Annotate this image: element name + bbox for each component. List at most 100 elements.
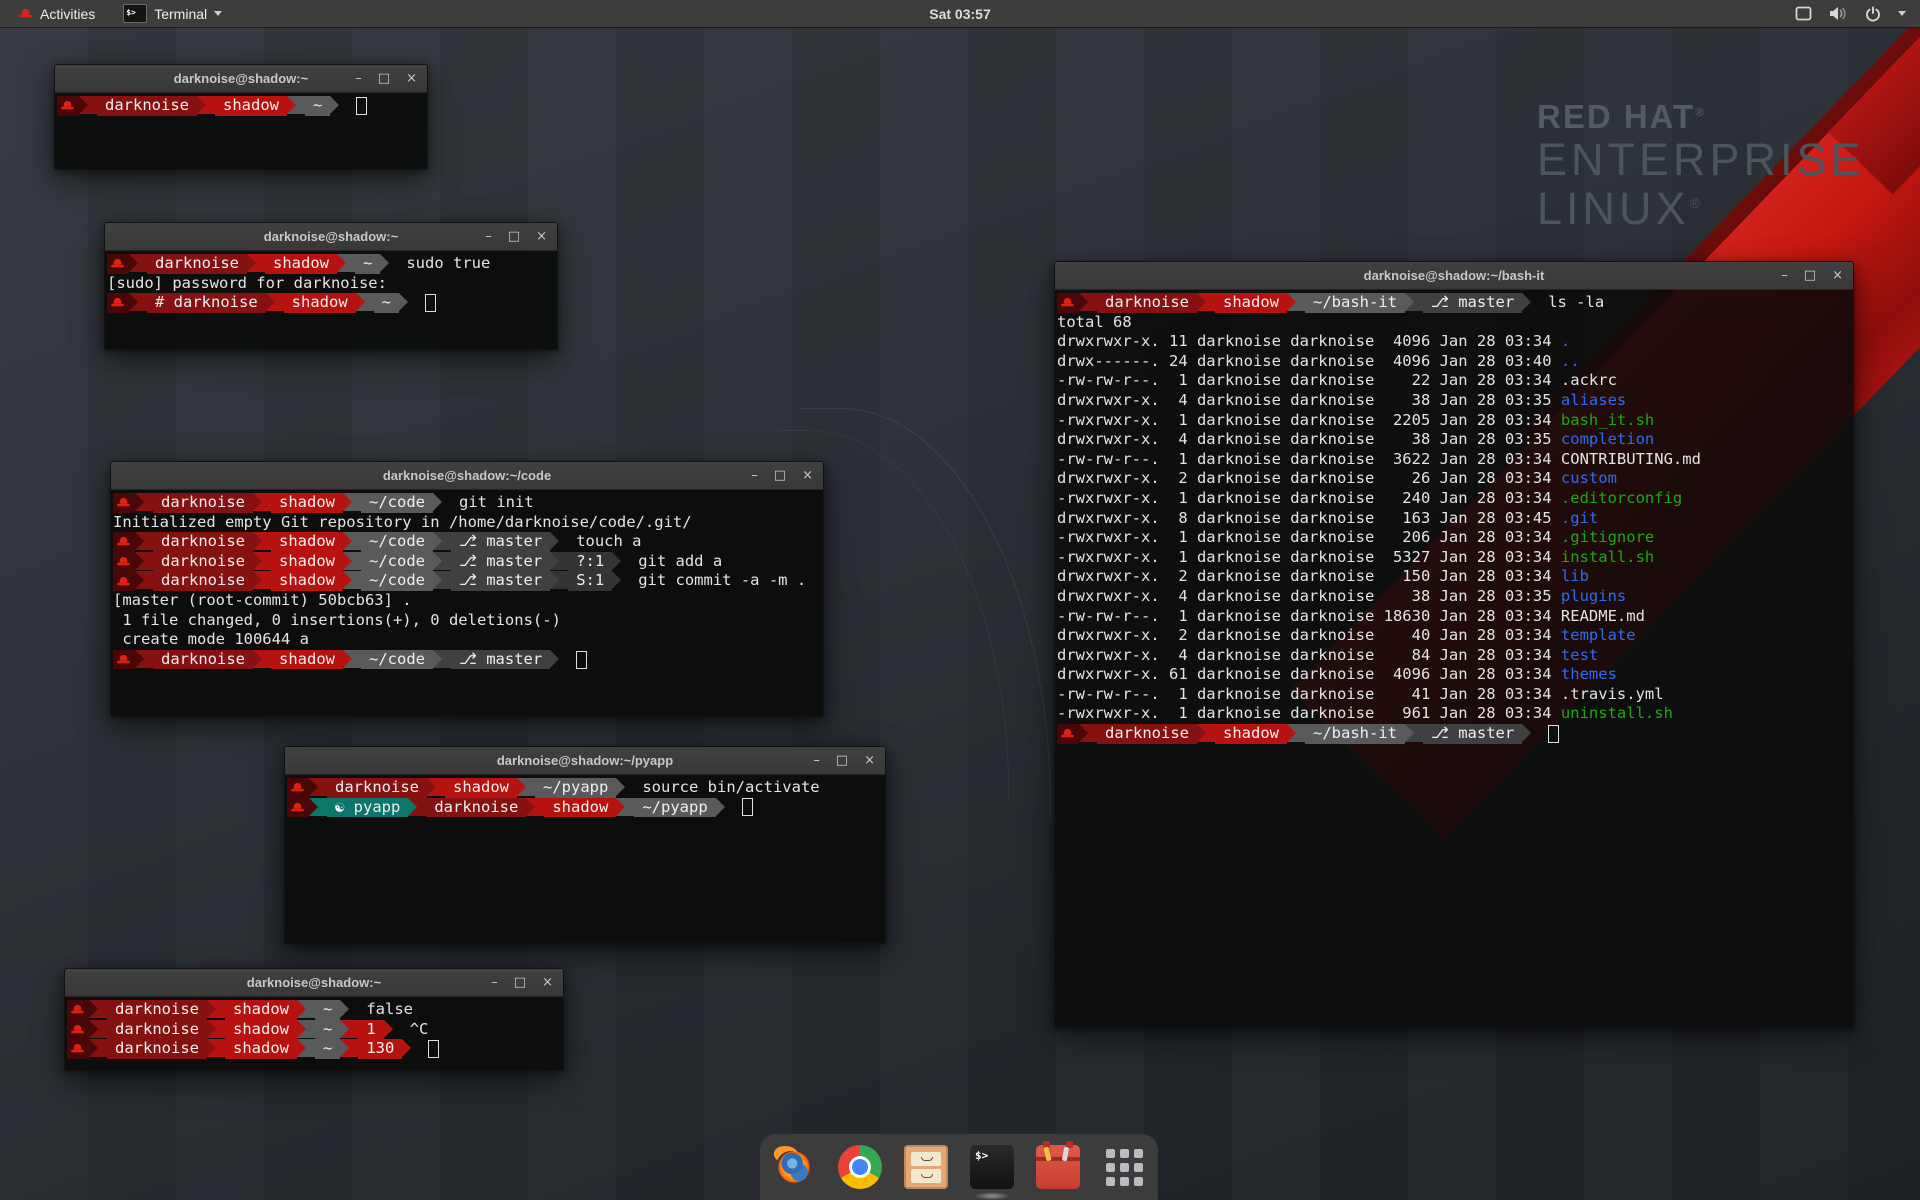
- prompt-segment-venv: ☯ pyapp: [327, 798, 408, 818]
- titlebar[interactable]: darknoise@shadow:~/bash-it–□ ×: [1055, 262, 1853, 290]
- terminal-window-4[interactable]: darknoise@shadow:~–□×darknoiseshadow~fal…: [64, 968, 564, 1071]
- prompt-segment-hat: [287, 778, 309, 798]
- terminal-line: darknoiseshadow~/bash-it⎇ masterls -la: [1057, 293, 1851, 313]
- powerline-arrow-icon: [612, 571, 630, 589]
- prompt-segment-git: ⎇ master: [451, 532, 550, 552]
- prompt-segment-host: shadow: [271, 552, 343, 572]
- app-grid-icon[interactable]: [1102, 1145, 1146, 1189]
- terminal-line: -rwxrwxr-x. 1 darknoise darknoise 206 Ja…: [1057, 528, 1851, 548]
- toolbox-icon[interactable]: [1036, 1145, 1080, 1189]
- titlebar[interactable]: darknoise@shadow:~–□×: [105, 223, 557, 251]
- titlebar[interactable]: darknoise@shadow:~/code–□×: [111, 462, 823, 490]
- close-button[interactable]: ×: [542, 969, 553, 996]
- redhat-icon: [71, 1005, 84, 1014]
- titlebar[interactable]: darknoise@shadow:~/pyapp–□×: [285, 747, 885, 775]
- file-name: completion: [1561, 430, 1654, 450]
- terminal-body[interactable]: darknoiseshadow~/codegit initInitialized…: [111, 490, 823, 716]
- redhat-icon: [1061, 298, 1074, 307]
- prompt-segment-hat: [113, 552, 135, 572]
- maximize-button[interactable]: □: [774, 462, 786, 489]
- minimize-button[interactable]: –: [491, 969, 498, 996]
- powerline-arrow-icon: [207, 1020, 225, 1038]
- powerline-arrow-icon: [340, 1020, 358, 1038]
- terminal-icon[interactable]: $>: [970, 1145, 1014, 1189]
- close-button[interactable]: ×: [802, 462, 813, 489]
- terminal-window-0[interactable]: darknoise@shadow:~–□×darknoiseshadow~: [54, 64, 428, 170]
- redhat-icon: [117, 655, 130, 664]
- terminal-line: create mode 100644 a: [113, 630, 821, 650]
- app-menu-terminal[interactable]: $> Terminal: [113, 0, 232, 27]
- minimize-button[interactable]: –: [355, 65, 362, 92]
- minimize-button[interactable]: –: [1781, 262, 1788, 289]
- terminal-line: darknoiseshadow~: [57, 96, 425, 116]
- minimize-button[interactable]: –: [751, 462, 758, 489]
- redhat-icon: [291, 783, 304, 792]
- powerline-arrow-icon: [1405, 724, 1423, 742]
- desktop: RED HAT® ENTERPRISE LINUX® darknoise@sha…: [0, 0, 1920, 1200]
- terminal-body[interactable]: darknoiseshadow~sudo true[sudo] password…: [105, 251, 557, 349]
- activities-button[interactable]: Activities: [10, 0, 103, 27]
- powerline-arrow-icon: [340, 1039, 358, 1057]
- powerline-arrow-icon: [612, 552, 630, 570]
- window-title: darknoise@shadow:~/bash-it: [1055, 268, 1853, 283]
- powerline-arrow-icon: [253, 493, 271, 511]
- prompt-segment-hat: [67, 1020, 89, 1040]
- titlebar[interactable]: darknoise@shadow:~–□×: [55, 65, 427, 93]
- chrome-icon[interactable]: [838, 1145, 882, 1189]
- redhat-icon: [117, 498, 130, 507]
- terminal-body[interactable]: darknoiseshadow~falsedarknoiseshadow~1^C…: [65, 997, 563, 1070]
- files-icon[interactable]: [904, 1145, 948, 1189]
- firefox-icon[interactable]: [772, 1145, 816, 1189]
- file-name: lib: [1561, 567, 1589, 587]
- close-button[interactable]: ×: [864, 747, 875, 774]
- chevron-down-icon: [214, 11, 222, 16]
- powerline-arrow-icon: [1197, 293, 1215, 311]
- powerline-arrow-icon: [129, 254, 147, 272]
- close-button[interactable]: ×: [1832, 262, 1843, 289]
- file-name: uninstall.sh: [1561, 704, 1673, 724]
- titlebar[interactable]: darknoise@shadow:~–□×: [65, 969, 563, 997]
- maximize-button[interactable]: □: [514, 969, 526, 996]
- maximize-button[interactable]: □: [378, 65, 390, 92]
- powerline-arrow-icon: [380, 254, 398, 272]
- maximize-button[interactable]: □: [836, 747, 848, 774]
- prompt-segment-hat: [1057, 293, 1079, 313]
- clock-label[interactable]: Sat 03:57: [929, 6, 990, 22]
- terminal-line: darknoiseshadow~/bash-it⎇ master: [1057, 724, 1851, 744]
- prompt-segment-user: # darknoise: [147, 293, 266, 313]
- terminal-window-5[interactable]: darknoise@shadow:~/bash-it–□×darknoisesh…: [1054, 261, 1854, 1028]
- terminal-window-2[interactable]: darknoise@shadow:~/code–□×darknoiseshado…: [110, 461, 824, 717]
- powerline-arrow-icon: [207, 1000, 225, 1018]
- prompt-segment-user: darknoise: [327, 778, 427, 798]
- minimize-button[interactable]: –: [485, 223, 492, 250]
- prompt-segment-hat: [67, 1000, 89, 1020]
- minimize-button[interactable]: –: [813, 747, 820, 774]
- prompt-segment-path: ~: [355, 254, 380, 274]
- close-button[interactable]: ×: [406, 65, 417, 92]
- system-tray[interactable]: [1795, 6, 1920, 22]
- powerline-arrow-icon: [716, 798, 734, 816]
- prompt-segment-user: darknoise: [153, 532, 253, 552]
- maximize-button[interactable]: □: [1804, 262, 1816, 289]
- close-button[interactable]: ×: [536, 223, 547, 250]
- prompt-segment-user: darknoise: [97, 96, 197, 116]
- prompt-segment-host: shadow: [1215, 724, 1287, 744]
- prompt-segment-user: darknoise: [147, 254, 247, 274]
- prompt-segment-host: shadow: [225, 1000, 297, 1020]
- prompt-segment-user: darknoise: [153, 650, 253, 670]
- powerline-arrow-icon: [343, 650, 361, 668]
- rhel-logo: RED HAT® ENTERPRISE LINUX®: [1537, 98, 1865, 233]
- powerline-arrow-icon: [309, 778, 327, 796]
- power-icon: [1865, 6, 1881, 22]
- output-text: drwx------. 24 darknoise darknoise 4096 …: [1057, 352, 1561, 372]
- terminal-body[interactable]: darknoiseshadow~/pyappsource bin/activat…: [285, 775, 885, 943]
- maximize-button[interactable]: □: [508, 223, 520, 250]
- terminal-window-1[interactable]: darknoise@shadow:~–□×darknoiseshadow~sud…: [104, 222, 558, 350]
- redhat-icon: [111, 298, 124, 307]
- prompt-segment-host: shadow: [225, 1020, 297, 1040]
- terminal-line: drwx------. 24 darknoise darknoise 4096 …: [1057, 352, 1851, 372]
- terminal-line: [sudo] password for darknoise:: [107, 274, 555, 294]
- terminal-window-3[interactable]: darknoise@shadow:~/pyapp–□×darknoiseshad…: [284, 746, 886, 944]
- terminal-body[interactable]: darknoiseshadow~: [55, 93, 427, 169]
- terminal-body[interactable]: darknoiseshadow~/bash-it⎇ masterls -lato…: [1055, 290, 1853, 1027]
